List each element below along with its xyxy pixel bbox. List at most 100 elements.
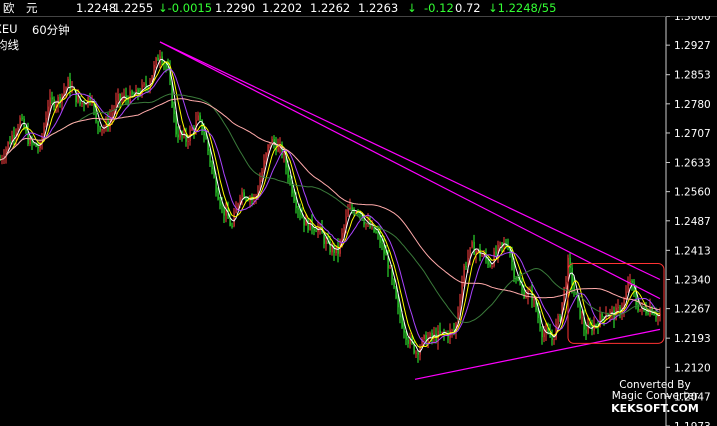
candle-body <box>165 63 167 67</box>
candle-body <box>145 83 147 87</box>
quote-field: ↓-0.0015 <box>158 1 213 15</box>
candle-body <box>65 87 67 91</box>
candle-body <box>271 139 273 143</box>
candle-body <box>441 331 443 334</box>
candle-body <box>333 245 335 253</box>
candle-body <box>655 315 657 318</box>
candle-body <box>101 128 103 131</box>
candle-body <box>341 233 343 241</box>
candle-body <box>401 317 403 328</box>
y-tick-label: 1.2340 <box>674 274 711 286</box>
candle-body <box>117 93 119 101</box>
quote-header: 欧 元 1.2248 1.2255 ↓-0.0015 1.2290 1.2202… <box>0 0 717 16</box>
candle-body <box>69 79 71 92</box>
candle-body <box>647 313 649 315</box>
candle-body <box>245 198 247 200</box>
y-tick-label: 1.2707 <box>674 128 711 140</box>
candle-body <box>289 177 291 181</box>
candle-body <box>81 102 83 104</box>
candle-body <box>157 57 159 61</box>
candle-body <box>211 162 213 170</box>
candle-body <box>205 135 207 140</box>
candle-body <box>29 139 31 144</box>
candle-body <box>653 314 655 316</box>
candle-body <box>231 225 233 227</box>
candle-body <box>351 207 353 211</box>
candle-body <box>295 200 297 208</box>
watermark: Converted By Magic Converter KEKSOFT.COM <box>605 380 705 416</box>
quote-field: 1.2290 <box>215 1 256 15</box>
candle-body <box>397 298 399 308</box>
y-tick-label: 1.2633 <box>674 158 711 170</box>
candle-body <box>439 330 441 334</box>
candle-body <box>405 332 407 340</box>
candle-body <box>559 315 561 321</box>
candle-body <box>131 91 133 95</box>
candle-body <box>177 134 179 138</box>
candle-body <box>463 266 465 283</box>
kline-label: 均线 <box>0 38 19 52</box>
y-tick-label: 1.2560 <box>674 187 711 199</box>
candle-body <box>241 192 243 197</box>
candle-body <box>489 264 491 267</box>
candle-body <box>209 150 211 163</box>
candle-body <box>21 117 23 119</box>
candle-body <box>393 279 395 288</box>
candle-body <box>37 146 39 148</box>
instrument-name: 欧 元 <box>3 1 38 15</box>
candle-body <box>625 291 627 299</box>
candle-body <box>415 352 417 354</box>
y-tick-label: 1.2487 <box>674 216 711 228</box>
candle-body <box>523 289 525 298</box>
candle-body <box>45 117 47 127</box>
watermark-line3: KEKSOFT.COM <box>611 402 699 415</box>
trendline <box>159 41 661 300</box>
candle-body <box>381 242 383 244</box>
candle-body <box>399 307 401 318</box>
ma-line-mid <box>0 61 661 348</box>
candle-body <box>19 117 21 128</box>
candle-body <box>49 97 51 107</box>
candle-body <box>595 324 597 326</box>
candle-body <box>541 328 543 338</box>
candle-body <box>407 339 409 344</box>
period-label: 60分钟 <box>32 23 70 37</box>
candle-body <box>303 217 305 226</box>
down-arrow-icon: ↓ <box>407 1 417 15</box>
y-tick-label: 1.2193 <box>674 333 711 345</box>
candle-body <box>501 242 503 245</box>
y-tick-label: 1.2780 <box>674 99 711 111</box>
candle-body <box>589 324 591 326</box>
candle-body <box>77 96 79 103</box>
quote-field: 1.2262 <box>310 1 351 15</box>
candle-body <box>173 106 175 115</box>
candle-body <box>301 214 303 218</box>
candle-body <box>293 193 295 201</box>
candle-body <box>533 298 535 301</box>
candle-body <box>323 233 325 244</box>
candle-body <box>429 333 431 338</box>
candle-body <box>229 218 231 226</box>
candle-body <box>13 135 15 138</box>
y-tick-label: 1.2120 <box>674 362 711 374</box>
ma-line-long <box>0 98 661 311</box>
candle-body <box>585 329 587 334</box>
candle-body <box>51 97 53 100</box>
quote-field: 0.72 <box>455 1 481 15</box>
candle-body <box>97 121 99 127</box>
candle-body <box>197 115 199 121</box>
candle-body <box>315 230 317 232</box>
y-tick-label: 1.1973 <box>674 421 711 426</box>
ma-line-fast <box>0 58 661 353</box>
candle-body <box>569 257 571 268</box>
candle-body <box>263 160 265 172</box>
candle-body <box>99 126 101 131</box>
candle-body <box>611 310 613 312</box>
candle-body <box>491 265 493 267</box>
symbol-label: XEU <box>0 22 18 36</box>
candle-body <box>593 324 595 331</box>
candle-body <box>319 226 321 228</box>
candle-body <box>265 152 267 161</box>
candle-body <box>175 114 177 135</box>
candle-body <box>47 106 49 118</box>
